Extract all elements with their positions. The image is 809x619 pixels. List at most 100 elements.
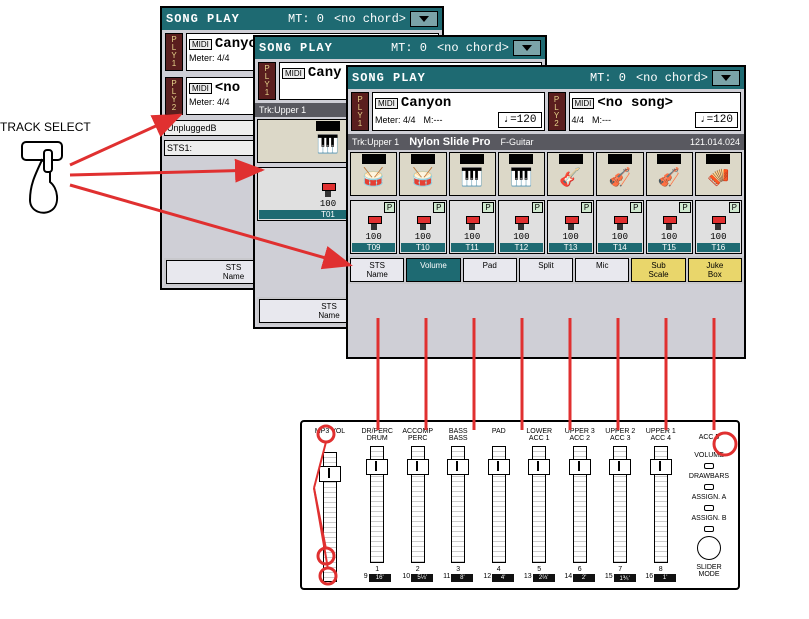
mp3-volume-slider: MP3 VOL [308, 428, 352, 582]
mixer-channel[interactable]: P100T10 [399, 200, 446, 254]
mixer-channel[interactable]: P100T09 [350, 200, 397, 254]
chord-display: <no chord> [636, 71, 708, 85]
slider-track[interactable] [370, 446, 384, 563]
mixer-channel[interactable]: P100T11 [449, 200, 496, 254]
volume-slider[interactable] [371, 216, 377, 230]
menu-dropdown[interactable] [513, 40, 541, 56]
tab[interactable]: Mic [575, 258, 629, 282]
tab[interactable]: Volume [406, 258, 460, 282]
hw-alt-number: 9 [364, 573, 368, 582]
slider-track[interactable] [411, 446, 425, 563]
volume-slider[interactable] [518, 216, 524, 230]
hw-top-label: PAD [492, 428, 506, 446]
play-tag: P [630, 202, 641, 213]
volume-slider[interactable] [420, 216, 426, 230]
slider-track[interactable] [573, 446, 587, 563]
track-select-button[interactable] [10, 140, 90, 223]
slider-track[interactable] [451, 446, 465, 563]
hw-alt-number: 11 [443, 573, 450, 582]
slider-knob[interactable] [447, 459, 469, 475]
volume-slider[interactable] [325, 183, 331, 197]
slider-mode-knob[interactable] [697, 536, 721, 560]
mixer-channel[interactable]: P100T12 [498, 200, 545, 254]
hw-top-label: DR/PERC DRUM [361, 428, 393, 446]
hw-top-label: UPPER 1 ACC 4 [646, 428, 676, 446]
track-info-strip: Trk:Upper 1 Nylon Slide Pro F-Guitar 121… [348, 134, 744, 150]
hw-top-label: LOWER ACC 1 [526, 428, 552, 446]
mixer-channel[interactable]: P100T13 [547, 200, 594, 254]
hw-number: 8 [659, 566, 663, 573]
song2-box[interactable]: MIDI<no song> 4/4 M:--- ♩=120 [569, 92, 742, 131]
hardware-slider-panel: MP3 VOL DR/PERC DRUM 1 916' ACCOMP PERC … [300, 420, 740, 590]
drawbars-label: DRAWBARS [689, 473, 729, 480]
play-tag: P [482, 202, 493, 213]
track-select-label: TRACK SELECT [0, 120, 91, 134]
slider-track[interactable] [492, 446, 506, 563]
tempo-box[interactable]: ♩=120 [695, 112, 738, 128]
menu-dropdown[interactable] [410, 11, 438, 27]
tab[interactable]: Sub Scale [631, 258, 685, 282]
song1-box[interactable]: MIDICanyon Meter: 4/4 M:--- ♩=120 [372, 92, 545, 131]
volume-slider[interactable] [469, 216, 475, 230]
slider-knob[interactable] [407, 459, 429, 475]
hw-alt-number: 14 [564, 573, 572, 582]
instrument-cell[interactable]: 🎻 [596, 152, 643, 196]
tempo-box[interactable]: ♩=120 [498, 112, 541, 128]
instrument-icon: 🥁 [409, 165, 437, 189]
instrument-cell[interactable]: 🎸 [547, 152, 594, 196]
instrument-icon: 🪗 [704, 165, 732, 189]
slider-knob[interactable] [609, 459, 631, 475]
slider-knob[interactable] [488, 459, 510, 475]
mixer-channel[interactable]: P100T15 [646, 200, 693, 254]
track-label: T12 [500, 243, 543, 252]
track-label: T13 [549, 243, 592, 252]
slider-track[interactable] [532, 446, 546, 563]
volume-slider[interactable] [617, 216, 623, 230]
slider-track[interactable] [654, 446, 668, 563]
title: SONG PLAY [352, 71, 426, 85]
hw-slider: BASS BASS 3 118' [441, 428, 476, 582]
hw-number: 3 [456, 566, 460, 573]
tab[interactable]: Pad [463, 258, 517, 282]
volume-value: 100 [612, 232, 628, 242]
hw-slider: UPPER 3 ACC 2 6 142' [563, 428, 598, 582]
volume-slider[interactable] [715, 216, 721, 230]
mixer-channel[interactable]: P100T16 [695, 200, 742, 254]
trk-label: Trk:Upper 1 [352, 137, 399, 147]
track-label: T11 [451, 243, 494, 252]
meter: Meter: 4/4 [189, 53, 230, 63]
slider-knob[interactable] [319, 466, 341, 482]
menu-dropdown[interactable] [712, 70, 740, 86]
hw-alt-number: 13 [524, 573, 532, 582]
instrument-cell[interactable]: 🥁 [350, 152, 397, 196]
slider-mode-column: ACC 5 VOLUME DRAWBARS ASSIGN. A ASSIGN. … [686, 428, 732, 582]
hw-alt-number: 16 [645, 573, 653, 582]
instrument-cell[interactable]: 🪗 [695, 152, 742, 196]
ply2-badge: PLY2 [165, 77, 183, 115]
hw-slider: UPPER 2 ACC 3 7 151⅗' [603, 428, 638, 582]
chord-display: <no chord> [334, 12, 406, 26]
instrument-cell[interactable]: 🥁 [399, 152, 446, 196]
hw-slider: LOWER ACC 1 5 132⅔' [522, 428, 557, 582]
meter: 4/4 [572, 115, 585, 125]
instrument-cell[interactable]: 🎹 [449, 152, 496, 196]
hw-number: 7 [618, 566, 622, 573]
volume-slider[interactable] [568, 216, 574, 230]
tab[interactable]: STS Name [350, 258, 404, 282]
tab[interactable]: Split [519, 258, 573, 282]
tab[interactable]: Juke Box [688, 258, 742, 282]
slider-track[interactable] [613, 446, 627, 563]
instrument-icon: 🎹 [458, 165, 486, 189]
instrument-cell[interactable]: 🎹 [498, 152, 545, 196]
slider-knob[interactable] [528, 459, 550, 475]
slider-knob[interactable] [650, 459, 672, 475]
volume-value: 100 [320, 199, 336, 209]
volume-slider[interactable] [666, 216, 672, 230]
mixer-channel[interactable]: P100T14 [596, 200, 643, 254]
slider-track[interactable] [323, 452, 337, 582]
slider-knob[interactable] [569, 459, 591, 475]
midi-badge: MIDI [189, 83, 212, 94]
instrument-cell[interactable]: 🎻 [646, 152, 693, 196]
mt-display: MT: 0 [288, 12, 324, 26]
slider-knob[interactable] [366, 459, 388, 475]
